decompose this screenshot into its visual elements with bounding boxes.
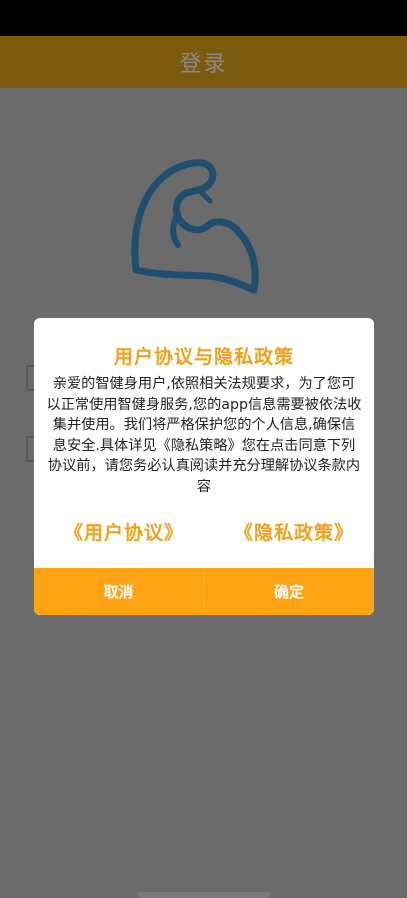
page-title: 登录 bbox=[179, 52, 228, 77]
flexed-arm-icon bbox=[131, 159, 259, 294]
home-indicator bbox=[137, 892, 271, 898]
confirm-button[interactable]: 确定 bbox=[204, 568, 374, 615]
privacy-consent-dialog: 用户协议与隐私政策 亲爱的智健身用户,依照相关法规要求，为了您可以正常使用智健身… bbox=[34, 318, 374, 615]
app-header: 登录 bbox=[0, 36, 407, 88]
privacy-policy-link[interactable]: 《隐私政策》 bbox=[234, 518, 354, 545]
dialog-body-text: 亲爱的智健身用户,依照相关法规要求，为了您可以正常使用智健身服务,您的app信息… bbox=[46, 376, 362, 495]
dialog-title: 用户协议与隐私政策 bbox=[113, 346, 294, 368]
user-agreement-link[interactable]: 《用户协议》 bbox=[64, 518, 184, 545]
cancel-button[interactable]: 取消 bbox=[34, 568, 203, 615]
status-bar bbox=[0, 0, 407, 36]
